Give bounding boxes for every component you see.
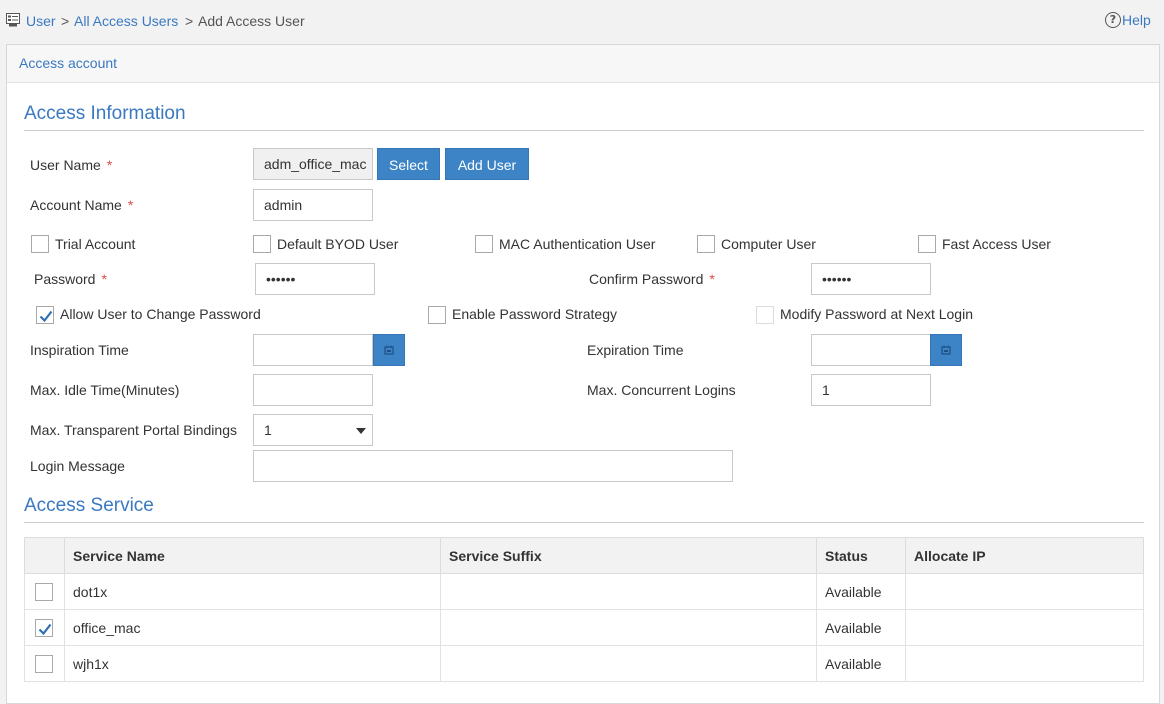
required-marker: * bbox=[127, 197, 134, 213]
user-list-icon bbox=[6, 13, 20, 27]
max-idle-time-input[interactable] bbox=[253, 374, 373, 406]
login-message-input[interactable] bbox=[253, 450, 733, 482]
row-select-cell bbox=[24, 645, 65, 682]
computer-user-label: Computer User bbox=[721, 236, 816, 252]
status-cell: Available bbox=[816, 573, 906, 610]
caret-down-icon bbox=[356, 428, 366, 434]
select-value: 1 bbox=[264, 422, 272, 438]
allow-change-password-label: Allow User to Change Password bbox=[60, 306, 261, 322]
breadcrumb-separator: > bbox=[61, 13, 70, 29]
row-checkbox[interactable] bbox=[35, 654, 53, 673]
access-service-title: Access Service bbox=[24, 495, 154, 516]
mac-authentication-user-checkbox[interactable] bbox=[475, 235, 493, 253]
inspiration-time-calendar-button[interactable] bbox=[373, 334, 405, 366]
access-information-title: Access Information bbox=[24, 103, 186, 124]
breadcrumb-all-access-users-link[interactable]: All Access Users bbox=[74, 13, 178, 29]
checkmark-icon bbox=[39, 310, 53, 323]
service-name-cell: dot1x bbox=[64, 573, 441, 610]
max-transparent-portal-bindings-select[interactable]: 1 bbox=[253, 414, 373, 446]
calendar-icon bbox=[384, 345, 394, 355]
max-transparent-portal-bindings-label: Max. Transparent Portal Bindings bbox=[30, 422, 237, 438]
calendar-icon bbox=[941, 345, 951, 355]
default-byod-user-checkbox[interactable] bbox=[253, 235, 271, 253]
mac-authentication-user-label: MAC Authentication User bbox=[499, 236, 656, 252]
computer-user-checkbox[interactable] bbox=[697, 235, 715, 253]
status-column-header[interactable]: Status bbox=[816, 537, 906, 574]
breadcrumb-current-page: Add Access User bbox=[198, 13, 305, 29]
trial-account-label: Trial Account bbox=[55, 236, 136, 252]
expiration-time-label: Expiration Time bbox=[587, 342, 684, 358]
service-name-cell: office_mac bbox=[64, 609, 441, 646]
section-divider bbox=[24, 522, 1144, 523]
login-message-label: Login Message bbox=[30, 458, 125, 474]
trial-account-checkbox[interactable] bbox=[31, 235, 49, 253]
panel-title: Access account bbox=[19, 55, 118, 71]
breadcrumb-separator: > bbox=[185, 13, 194, 29]
confirm-password-input[interactable]: •••••• bbox=[811, 263, 931, 295]
row-checkbox[interactable] bbox=[35, 618, 53, 637]
help-label: Help bbox=[1122, 12, 1151, 28]
allocate-ip-column-header[interactable]: Allocate IP bbox=[905, 537, 1144, 574]
panel-header: Access account bbox=[7, 45, 1159, 83]
modify-password-next-login-checkbox[interactable] bbox=[756, 306, 774, 324]
required-marker: * bbox=[101, 271, 107, 287]
section-divider bbox=[24, 130, 1144, 131]
modify-password-next-login-label: Modify Password at Next Login bbox=[780, 306, 973, 322]
row-select-cell bbox=[24, 609, 65, 646]
enable-password-strategy-label: Enable Password Strategy bbox=[452, 306, 617, 322]
allow-change-password-checkbox[interactable] bbox=[36, 306, 54, 324]
service-name-cell: wjh1x bbox=[64, 645, 441, 682]
status-cell: Available bbox=[816, 645, 906, 682]
enable-password-strategy-checkbox[interactable] bbox=[428, 306, 446, 324]
required-marker: * bbox=[106, 157, 113, 173]
service-name-column-header[interactable]: Service Name bbox=[64, 537, 441, 574]
max-concurrent-logins-input[interactable]: 1 bbox=[811, 374, 931, 406]
allocate-ip-cell bbox=[905, 573, 1144, 610]
breadcrumb: User > All Access Users > Add Access Use… bbox=[0, 0, 1164, 42]
table-row: dot1x Available bbox=[24, 573, 1144, 610]
help-link[interactable]: ? Help bbox=[1105, 12, 1151, 28]
expiration-time-input[interactable] bbox=[811, 334, 931, 366]
expiration-time-calendar-button[interactable] bbox=[930, 334, 962, 366]
service-suffix-cell bbox=[440, 645, 817, 682]
checkmark-icon bbox=[38, 623, 52, 635]
inspiration-time-label: Inspiration Time bbox=[30, 342, 129, 358]
table-header-row: Service Name Service Suffix Status Alloc… bbox=[24, 537, 1144, 574]
password-label: Password * bbox=[34, 271, 107, 287]
default-byod-user-label: Default BYOD User bbox=[277, 236, 399, 252]
account-name-label: Account Name * bbox=[30, 197, 134, 213]
select-column-header bbox=[24, 537, 65, 574]
table-row: office_mac Available bbox=[24, 609, 1144, 646]
service-suffix-cell bbox=[440, 609, 817, 646]
max-idle-time-label: Max. Idle Time(Minutes) bbox=[30, 382, 180, 398]
fast-access-user-checkbox[interactable] bbox=[918, 235, 936, 253]
account-name-input[interactable]: admin bbox=[253, 189, 373, 221]
allocate-ip-cell bbox=[905, 645, 1144, 682]
row-select-cell bbox=[24, 573, 65, 610]
service-suffix-column-header[interactable]: Service Suffix bbox=[440, 537, 817, 574]
fast-access-user-label: Fast Access User bbox=[942, 236, 1051, 252]
status-cell: Available bbox=[816, 609, 906, 646]
password-input[interactable]: •••••• bbox=[255, 263, 375, 295]
user-name-input[interactable]: adm_office_mac bbox=[253, 148, 373, 180]
row-checkbox[interactable] bbox=[35, 582, 53, 601]
access-service-table: Service Name Service Suffix Status Alloc… bbox=[24, 537, 1144, 682]
user-name-label: User Name * bbox=[30, 157, 113, 173]
breadcrumb-user-link[interactable]: User bbox=[26, 13, 56, 29]
help-icon: ? bbox=[1105, 12, 1121, 28]
service-suffix-cell bbox=[440, 573, 817, 610]
required-marker: * bbox=[709, 271, 715, 287]
inspiration-time-input[interactable] bbox=[253, 334, 373, 366]
max-concurrent-logins-label: Max. Concurrent Logins bbox=[587, 382, 736, 398]
allocate-ip-cell bbox=[905, 609, 1144, 646]
select-user-button[interactable]: Select bbox=[377, 148, 440, 180]
add-user-button[interactable]: Add User bbox=[445, 148, 529, 180]
confirm-password-label: Confirm Password * bbox=[589, 271, 715, 287]
table-row: wjh1x Available bbox=[24, 645, 1144, 682]
access-account-panel: Access account Access Information User N… bbox=[6, 44, 1160, 704]
